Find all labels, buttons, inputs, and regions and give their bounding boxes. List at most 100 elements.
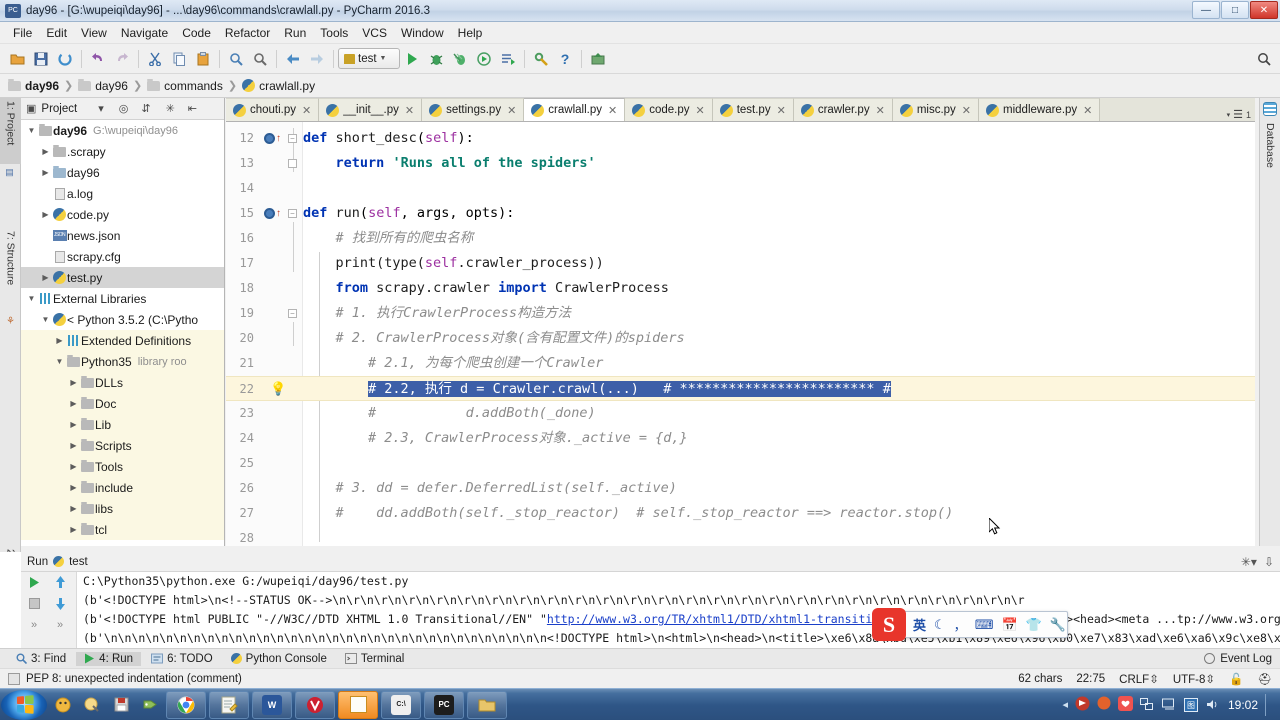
tree-item-tcl[interactable]: ▶ tcl [21,519,224,540]
show-desktop-button[interactable] [1265,693,1272,716]
taskbar-pycharm-active[interactable] [338,690,378,719]
paint-icon[interactable] [79,692,105,718]
tree-item-Extended-Definitions[interactable]: ▶ Extended Definitions [21,330,224,351]
tree-item---Python-3.5.2--C--Pytho[interactable]: ▼ < Python 3.5.2 (C:\Pytho [21,309,224,330]
tree-item-Doc[interactable]: ▶ Doc [21,393,224,414]
taskbar-editor[interactable] [209,690,249,719]
hide-icon[interactable]: ⇤ [188,102,197,115]
code-line-23[interactable]: 23 # d.addBoth(_done) [226,401,1255,426]
close-tab-icon[interactable]: ✕ [777,104,786,117]
cut-icon[interactable] [143,47,167,71]
calendar-icon[interactable]: 📅 [1001,617,1017,633]
taskbar-cmd[interactable]: C:\ [381,690,421,719]
breadcrumb-item-commands[interactable]: commands [147,78,223,93]
editor-tab-settings-py[interactable]: settings.py ✕ [422,98,525,121]
tree-item-Lib[interactable]: ▶ Lib [21,414,224,435]
copy-icon[interactable] [167,47,191,71]
comma-icon[interactable]: ， [954,615,967,634]
tree-item-include[interactable]: ▶ include [21,477,224,498]
editor-tab-middleware-py[interactable]: middleware.py ✕ [979,98,1101,121]
open-folder-icon[interactable] [5,47,29,71]
tree-item-DLLs[interactable]: ▶ DLLs [21,372,224,393]
fold-collapse-icon[interactable]: – [288,209,297,218]
tool-tab-6--todo[interactable]: 6: TODO [143,652,221,666]
close-tab-icon[interactable]: ✕ [1083,104,1092,117]
stop-icon[interactable] [21,593,47,614]
chevron-right-icon[interactable]: ▶ [67,378,80,387]
line-separator[interactable]: CRLF⇳ [1119,672,1159,686]
redo-icon[interactable] [110,47,134,71]
chevron-right-icon[interactable]: ▶ [39,147,52,156]
tree-item-scrapy.cfg[interactable]: scrapy.cfg [21,246,224,267]
close-tab-icon[interactable]: ✕ [962,104,971,117]
search-everywhere-icon[interactable] [1256,47,1280,71]
debug-icon[interactable] [424,47,448,71]
tab-list-icon[interactable]: ☰ [1233,108,1243,121]
undo-icon[interactable] [86,47,110,71]
maximize-button[interactable]: □ [1221,1,1249,19]
chevron-down-icon[interactable]: ▼ [25,126,38,135]
media-icon[interactable] [50,692,76,718]
menu-item-run[interactable]: Run [277,24,313,42]
tree-item-Tools[interactable]: ▶ Tools [21,456,224,477]
target-icon[interactable]: ◎ [119,102,129,115]
sync-icon[interactable] [53,47,77,71]
editor-tab-crawler-py[interactable]: crawler.py ✕ [793,98,893,121]
moon-icon[interactable]: ☾ [934,617,946,633]
close-tab-icon[interactable]: ✕ [405,104,414,117]
skin-icon[interactable]: 👕 [1026,617,1042,633]
code-line-13[interactable]: 13 return 'Runs all of the spiders' [226,151,1255,176]
start-button[interactable] [1,689,47,720]
tools-icon[interactable]: 🔧 [1050,617,1066,633]
code-line-26[interactable]: 26 # 3. dd = defer.DeferredList(self._ac… [226,476,1255,501]
event-log-button[interactable]: Event Log [1204,653,1280,665]
editor-tab-chouti-py[interactable]: chouti.py ✕ [226,98,320,121]
rerun-icon[interactable] [21,572,47,593]
tree-item-a.log[interactable]: a.log [21,183,224,204]
editor-tab-test-py[interactable]: test.py ✕ [712,98,794,121]
back-icon[interactable] [281,47,305,71]
flag-icon[interactable] [1075,696,1090,714]
close-tab-icon[interactable]: ✕ [507,104,516,117]
menu-item-navigate[interactable]: Navigate [114,24,175,42]
code-line-21[interactable]: 21 # 2.1, 为每个爬虫创建一个Crawler [226,351,1255,376]
expand-all-icon[interactable]: » [21,614,47,635]
monitor-icon[interactable] [1161,697,1177,712]
tree-item-news.json[interactable]: JSON news.json [21,225,224,246]
encoding[interactable]: UTF-8⇳ [1173,672,1215,686]
menu-item-code[interactable]: Code [175,24,218,42]
chevron-right-icon[interactable]: ▶ [39,210,52,219]
taskbar-word[interactable]: W [252,690,292,719]
volume-icon[interactable] [1206,697,1221,712]
inspection-icon[interactable]: ⛑ [1257,672,1272,686]
forward-icon[interactable] [305,47,329,71]
paste-icon[interactable] [191,47,215,71]
editor-tab-code-py[interactable]: code.py ✕ [625,98,713,121]
code-line-24[interactable]: 24 # 2.3, CrawlerProcess对象._active = {d,… [226,426,1255,451]
sogou-logo-icon[interactable]: S [872,608,906,641]
chevron-right-icon[interactable]: ▶ [67,504,80,513]
override-marker-icon[interactable]: ↑ [264,133,281,144]
chevron-right-icon[interactable]: ▶ [67,420,80,429]
code-line-25[interactable]: 25 [226,451,1255,476]
fold-collapse-icon[interactable]: – [288,134,297,143]
chevron-down-icon[interactable]: ▼ [39,315,52,324]
code-line-15[interactable]: 15 ↑ – def run(self, args, opts): [226,201,1255,226]
chevron-down-icon[interactable]: ▾ [1227,111,1231,119]
menu-item-refactor[interactable]: Refactor [218,24,277,42]
fold-collapse-icon[interactable]: – [288,309,297,318]
tree-item-test.py[interactable]: ▶ test.py [21,267,224,288]
coverage-icon[interactable] [448,47,472,71]
minimize-button[interactable]: — [1192,1,1220,19]
code-line-28[interactable]: 28 [226,526,1255,546]
ime-icon[interactable]: 图 [1184,697,1199,712]
ime-mode-label[interactable]: 英 [913,615,926,634]
run-console[interactable]: C:\Python35\python.exe G:/wupeiqi/day96/… [77,572,1280,648]
breadcrumb-item-day96[interactable]: day96 [8,78,59,93]
menu-item-file[interactable]: File [6,24,39,42]
code-line-19[interactable]: 19 – # 1. 执行CrawlerProcess构造方法 [226,301,1255,326]
menu-item-view[interactable]: View [74,24,114,42]
code-line-27[interactable]: 27 # dd.addBoth(self._stop_reactor) # se… [226,501,1255,526]
chevron-right-icon[interactable]: ▶ [67,399,80,408]
tool-tab-terminal[interactable]: Terminal [337,652,412,666]
